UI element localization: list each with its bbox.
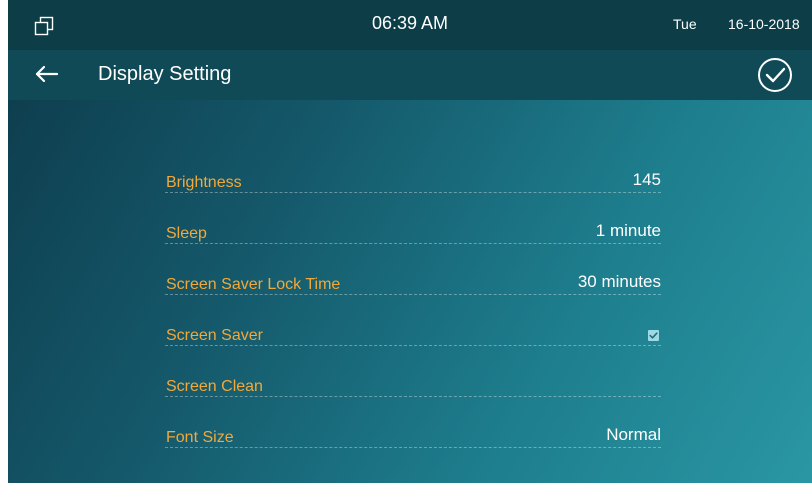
check-circle-icon[interactable] — [756, 56, 794, 94]
setting-row-lock-time[interactable]: Screen Saver Lock Time 30 minutes — [165, 262, 661, 313]
setting-label-brightness: Brightness — [166, 174, 242, 191]
row-divider — [165, 243, 661, 244]
row-divider — [165, 192, 661, 193]
setting-label-screen-saver: Screen Saver — [166, 327, 263, 344]
status-bar: 06:39 AM Tue 16-10-2018 — [8, 0, 812, 50]
settings-list: Brightness 145 Sleep 1 minute Screen Sav… — [165, 160, 661, 466]
display-setting-screen: 06:39 AM Tue 16-10-2018 Display Setting … — [8, 0, 812, 483]
setting-value-sleep: 1 minute — [595, 221, 661, 240]
setting-label-lock-time: Screen Saver Lock Time — [166, 276, 341, 293]
setting-value-brightness: 145 — [632, 170, 661, 189]
setting-value-font-size: Normal — [606, 425, 661, 444]
setting-row-sleep[interactable]: Sleep 1 minute — [165, 211, 661, 262]
setting-label-sleep: Sleep — [166, 225, 207, 242]
setting-row-brightness[interactable]: Brightness 145 — [165, 160, 661, 211]
setting-label-font-size: Font Size — [166, 429, 234, 446]
row-divider — [165, 294, 661, 295]
arrow-left-icon[interactable] — [32, 59, 62, 89]
row-divider — [165, 345, 661, 346]
setting-label-screen-clean: Screen Clean — [166, 378, 263, 395]
status-day: Tue — [673, 16, 697, 32]
row-divider — [165, 396, 661, 397]
setting-row-font-size[interactable]: Font Size Normal — [165, 415, 661, 466]
title-bar: Display Setting — [8, 50, 812, 100]
page-title: Display Setting — [98, 63, 232, 85]
setting-value-lock-time: 30 minutes — [577, 272, 661, 291]
status-date: 16-10-2018 — [728, 16, 800, 32]
setting-row-screen-clean[interactable]: Screen Clean — [165, 364, 661, 415]
screen-saver-checkbox[interactable] — [648, 330, 659, 341]
setting-row-screen-saver[interactable]: Screen Saver — [165, 313, 661, 364]
row-divider — [165, 447, 661, 448]
